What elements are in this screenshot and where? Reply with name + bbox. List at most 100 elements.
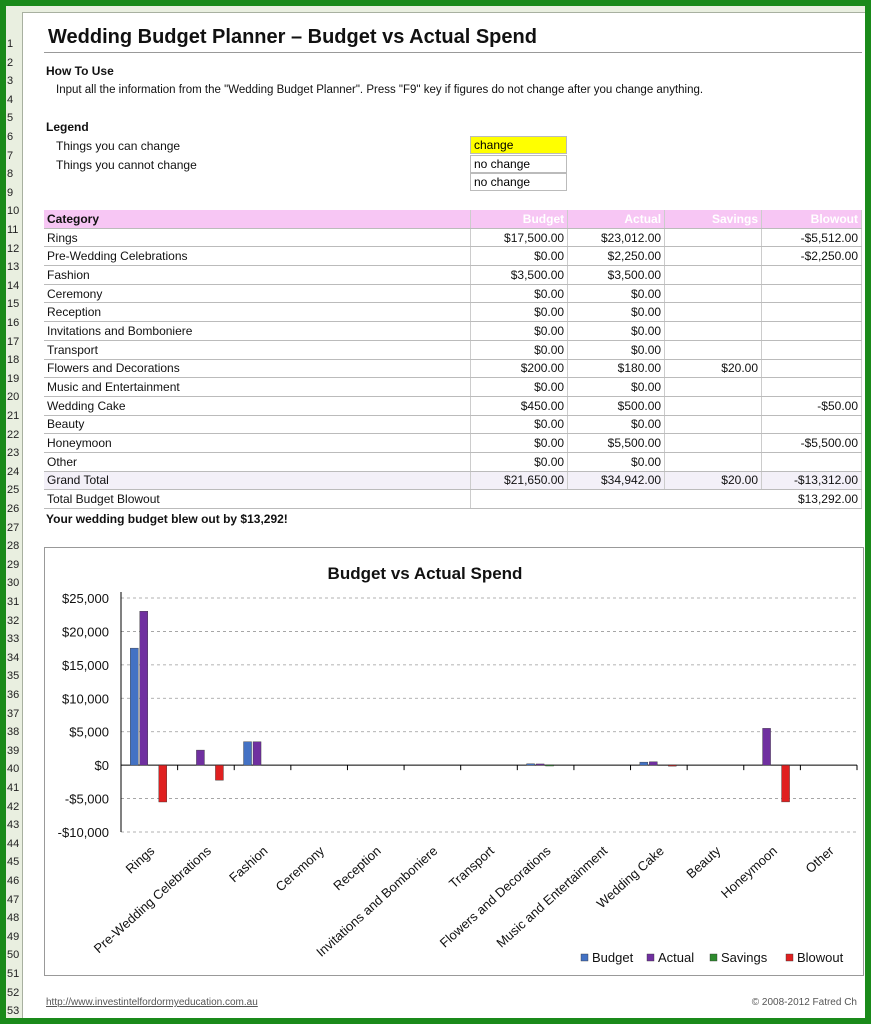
actual-cell[interactable]: $180.00 (567, 359, 666, 379)
actual-cell[interactable]: $0.00 (567, 340, 666, 360)
budget-cell[interactable]: $3,500.00 (470, 265, 569, 285)
budget-cell[interactable]: $0.00 (470, 415, 569, 435)
row-number[interactable]: 32 (6, 615, 23, 627)
budget-cell[interactable]: $450.00 (470, 396, 569, 416)
legend-change-box[interactable]: change (470, 136, 567, 154)
budget-cell[interactable]: $0.00 (470, 433, 569, 453)
actual-cell[interactable]: $0.00 (567, 302, 666, 323)
actual-cell[interactable]: $5,500.00 (567, 433, 666, 453)
category-cell[interactable]: Beauty (44, 415, 472, 435)
row-number[interactable]: 47 (6, 894, 23, 906)
budget-cell[interactable]: $0.00 (470, 302, 569, 323)
row-number[interactable]: 33 (6, 633, 23, 645)
row-number[interactable]: 14 (6, 280, 23, 292)
row-number[interactable]: 20 (6, 391, 23, 403)
table-row: Ceremony $0.00 $0.00 (44, 284, 862, 304)
budget-cell[interactable]: $0.00 (470, 321, 569, 341)
row-number[interactable]: 26 (6, 503, 23, 515)
row-number[interactable]: 2 (6, 57, 23, 69)
row-number[interactable]: 3 (6, 75, 23, 87)
row-number[interactable]: 5 (6, 112, 23, 124)
row-number[interactable]: 40 (6, 763, 23, 775)
row-number[interactable]: 24 (6, 466, 23, 478)
row-number[interactable]: 31 (6, 596, 23, 608)
budget-cell[interactable]: $200.00 (470, 359, 569, 379)
row-number[interactable]: 4 (6, 94, 23, 106)
actual-cell[interactable]: $0.00 (567, 415, 666, 435)
row-number[interactable]: 48 (6, 912, 23, 924)
row-number[interactable]: 38 (6, 726, 23, 738)
row-number[interactable]: 19 (6, 373, 23, 385)
category-cell[interactable]: Flowers and Decorations (44, 359, 472, 379)
row-number[interactable]: 53 (6, 1005, 23, 1017)
y-tick-label: $15,000 (62, 658, 109, 673)
actual-cell[interactable]: $23,012.00 (567, 228, 666, 248)
row-number[interactable]: 45 (6, 856, 23, 868)
row-number[interactable]: 39 (6, 745, 23, 757)
row-number[interactable]: 49 (6, 931, 23, 943)
row-number[interactable]: 12 (6, 243, 23, 255)
row-number[interactable]: 35 (6, 670, 23, 682)
row-number[interactable]: 36 (6, 689, 23, 701)
row-number[interactable]: 50 (6, 949, 23, 961)
y-tick-label: -$5,000 (65, 792, 109, 807)
actual-cell[interactable]: $3,500.00 (567, 265, 666, 285)
row-number[interactable]: 9 (6, 187, 23, 199)
row-number[interactable]: 23 (6, 447, 23, 459)
budget-cell[interactable]: $0.00 (470, 452, 569, 472)
row-number[interactable]: 16 (6, 317, 23, 329)
actual-cell[interactable]: $500.00 (567, 396, 666, 416)
actual-cell[interactable]: $0.00 (567, 284, 666, 304)
budget-cell[interactable]: $17,500.00 (470, 228, 569, 248)
category-cell[interactable]: Other (44, 452, 472, 472)
row-number[interactable]: 8 (6, 168, 23, 180)
row-number[interactable]: 11 (6, 224, 23, 236)
row-number[interactable]: 52 (6, 987, 23, 999)
row-number[interactable]: 7 (6, 150, 23, 162)
row-number[interactable]: 18 (6, 354, 23, 366)
row-number[interactable]: 25 (6, 484, 23, 496)
category-cell[interactable]: Music and Entertainment (44, 377, 472, 397)
footer-link[interactable]: http://www.investintelfordormyeducation.… (46, 997, 258, 1008)
budget-cell[interactable]: $0.00 (470, 284, 569, 304)
row-number[interactable]: 41 (6, 782, 23, 794)
row-number[interactable]: 46 (6, 875, 23, 887)
budget-cell[interactable]: $0.00 (470, 340, 569, 360)
savings-cell (664, 377, 762, 397)
category-cell[interactable]: Wedding Cake (44, 396, 472, 416)
row-number[interactable]: 21 (6, 410, 23, 422)
row-number[interactable]: 1 (6, 38, 23, 50)
row-number[interactable]: 44 (6, 838, 23, 850)
category-cell[interactable]: Ceremony (44, 284, 472, 304)
row-number[interactable]: 29 (6, 559, 23, 571)
row-number[interactable]: 43 (6, 819, 23, 831)
category-cell[interactable]: Invitations and Bomboniere (44, 321, 472, 341)
row-number[interactable]: 22 (6, 429, 23, 441)
row-number[interactable]: 10 (6, 205, 23, 217)
category-cell[interactable]: Honeymoon (44, 433, 472, 453)
row-number[interactable]: 34 (6, 652, 23, 664)
budget-cell[interactable]: $0.00 (470, 377, 569, 397)
legend-no-change-box: no change (470, 155, 567, 173)
row-number[interactable]: 17 (6, 336, 23, 348)
category-cell[interactable]: Transport (44, 340, 472, 360)
actual-cell[interactable]: $2,250.00 (567, 246, 666, 267)
category-cell[interactable]: Reception (44, 302, 472, 323)
row-number[interactable]: 37 (6, 708, 23, 720)
row-number[interactable]: 28 (6, 540, 23, 552)
category-cell[interactable]: Pre-Wedding Celebrations (44, 246, 472, 267)
budget-cell[interactable]: $0.00 (470, 246, 569, 267)
row-number[interactable]: 15 (6, 298, 23, 310)
row-number[interactable]: 30 (6, 577, 23, 589)
category-cell[interactable]: Fashion (44, 265, 472, 285)
actual-cell[interactable]: $0.00 (567, 452, 666, 472)
row-number[interactable]: 6 (6, 131, 23, 143)
row-number[interactable]: 51 (6, 968, 23, 980)
category-cell[interactable]: Rings (44, 228, 472, 248)
row-number[interactable]: 42 (6, 801, 23, 813)
total-blowout-label: Total Budget Blowout (44, 489, 472, 509)
actual-cell[interactable]: $0.00 (567, 377, 666, 397)
actual-cell[interactable]: $0.00 (567, 321, 666, 341)
row-number[interactable]: 13 (6, 261, 23, 273)
row-number[interactable]: 27 (6, 522, 23, 534)
